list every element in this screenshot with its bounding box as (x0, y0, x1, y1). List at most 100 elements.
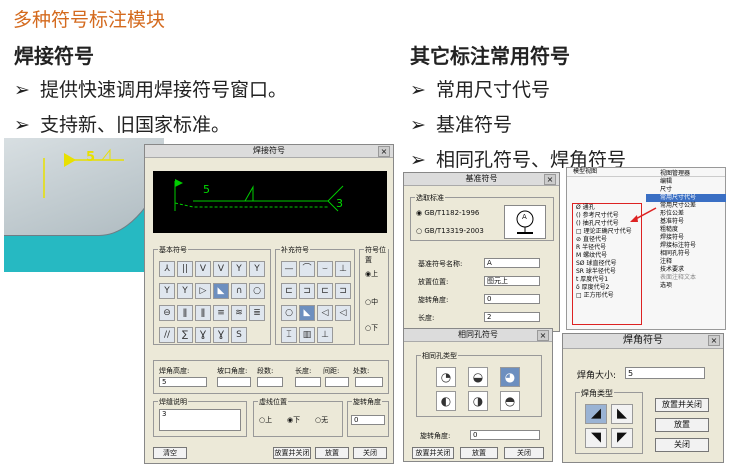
submenu-item[interactable]: R 半径代号 (573, 244, 641, 252)
place-close-button[interactable]: 放置并关闭 (412, 447, 454, 459)
submenu-item[interactable]: SR 球半径代号 (573, 268, 641, 276)
weld-symbol-button[interactable]: ∩ (231, 283, 247, 299)
weld-dialog-titlebar[interactable]: 焊接符号 × (145, 145, 393, 158)
fillet-height-input[interactable]: 5 (159, 377, 207, 387)
weld-symbol-button[interactable]: ǁ (195, 305, 211, 321)
close-button[interactable]: 关闭 (655, 438, 709, 452)
position-radio-bottom[interactable]: ○下 (365, 323, 378, 333)
weld-symbol-button-selected[interactable]: ◣ (213, 283, 229, 299)
angle-select[interactable]: 0 (351, 415, 385, 425)
submenu-item[interactable]: SØ 球直径代号 (573, 260, 641, 268)
hole-type-button[interactable]: ◐ (436, 391, 456, 411)
place-button[interactable]: 放置 (655, 418, 709, 432)
weld-symbol-button[interactable]: Y (249, 261, 265, 277)
menu-item[interactable]: 相同孔符号 (646, 250, 726, 258)
menu-item[interactable]: 形位公差 (646, 210, 726, 218)
std-radio-1996[interactable]: ◉ GB/T1182-1996 (416, 209, 479, 217)
hole-type-button[interactable]: ◑ (468, 391, 488, 411)
groove-angle-input[interactable] (217, 377, 251, 387)
weld-symbol-button[interactable]: // (159, 327, 175, 343)
weld-symbol-button[interactable]: V (195, 261, 211, 277)
supplement-symbol-button[interactable]: ◁ (335, 305, 351, 321)
weld-symbol-button[interactable]: ≡ (213, 305, 229, 321)
weld-desc-input[interactable]: 3 (159, 409, 241, 431)
place-select[interactable]: 图元上 (484, 276, 540, 286)
close-button[interactable]: 关闭 (353, 447, 387, 459)
menu-item[interactable]: 注释 (646, 258, 726, 266)
std-radio-2003[interactable]: ○ GB/T13319-2003 (416, 227, 484, 235)
submenu-item[interactable]: δ 厚度代号2 (573, 284, 641, 292)
place-close-button[interactable]: 放置并关闭 (655, 398, 709, 412)
submenu-item[interactable]: ⊘ 直径代号 (573, 236, 641, 244)
place-button[interactable]: 放置 (460, 447, 498, 459)
fillet-size-select[interactable]: 5 (625, 367, 705, 379)
menu-item[interactable]: 焊接标注符号 (646, 242, 726, 250)
hole-angle-select[interactable]: 0 (470, 430, 540, 440)
menu-item[interactable]: 编辑 (646, 178, 726, 186)
menu-item[interactable]: 常用尺寸公差 (646, 202, 726, 210)
supplement-symbol-button[interactable]: ▥ (299, 327, 315, 343)
supplement-symbol-button[interactable]: ⊏ (281, 283, 297, 299)
supplement-symbol-button-selected[interactable]: ◣ (299, 305, 315, 321)
fillet-type-button[interactable]: ◣ (611, 404, 633, 424)
weld-symbol-button[interactable]: ⊖ (159, 305, 175, 321)
place-button[interactable]: 放置 (315, 447, 349, 459)
weld-symbol-button[interactable]: ▷ (195, 283, 211, 299)
place-close-button[interactable]: 放置并关闭 (273, 447, 311, 459)
weld-symbol-button[interactable]: V (213, 261, 229, 277)
submenu-item[interactable]: t 厚度代号1 (573, 276, 641, 284)
menu-item[interactable]: 技术要求 (646, 266, 726, 274)
supplement-symbol-button[interactable]: ⊐ (299, 283, 315, 299)
segments-input[interactable] (257, 377, 283, 387)
dash-radio-top[interactable]: ○上 (259, 415, 272, 425)
fillet-type-button-selected[interactable]: ◢ (585, 404, 607, 424)
weld-symbol-button[interactable]: ∑ (177, 327, 193, 343)
weld-symbol-button[interactable]: ǁ (177, 305, 193, 321)
submenu-item[interactable]: □ 正方形代号 (573, 292, 641, 300)
close-button[interactable]: 关闭 (504, 447, 544, 459)
weld-symbol-button[interactable]: || (177, 261, 193, 277)
clear-button[interactable]: 清空 (153, 447, 187, 459)
weld-symbol-button[interactable]: Y (177, 283, 193, 299)
weld-symbol-button[interactable]: Ɣ (213, 327, 229, 343)
weld-symbol-button[interactable]: ○ (249, 283, 265, 299)
fillet-type-button[interactable]: ◤ (611, 428, 633, 448)
datum-name-input[interactable]: A (484, 258, 540, 268)
supplement-symbol-button[interactable]: ○ (281, 305, 297, 321)
menu-item[interactable]: 焊接符号 (646, 234, 726, 242)
menu-item[interactable]: 视图管理器 (646, 170, 726, 178)
submenu-item[interactable]: □ 理论正确尺寸代号 (573, 228, 641, 236)
submenu-item[interactable]: M 螺纹代号 (573, 252, 641, 260)
hole-dialog-titlebar[interactable]: 相同孔符号 × (404, 329, 552, 342)
supplement-symbol-button[interactable]: ⊏ (317, 283, 333, 299)
supplement-symbol-button[interactable]: ⌶ (281, 327, 297, 343)
close-icon[interactable]: × (378, 146, 390, 157)
close-icon[interactable]: × (544, 174, 556, 185)
close-icon[interactable]: × (708, 335, 720, 346)
menu-item[interactable]: 表面注释文本 (646, 274, 726, 282)
hole-type-button-selected[interactable]: ◕ (500, 367, 520, 387)
position-radio-top[interactable]: ◉上 (365, 269, 378, 279)
gap-input[interactable] (325, 377, 349, 387)
datum-dialog-titlebar[interactable]: 基准符号 × (404, 173, 559, 186)
hole-type-button[interactable]: ◓ (500, 391, 520, 411)
weld-symbol-button[interactable]: ≣ (249, 305, 265, 321)
weld-symbol-button[interactable]: ≋ (231, 305, 247, 321)
supplement-symbol-button[interactable]: ⌒ (299, 261, 315, 277)
count-input[interactable] (355, 377, 383, 387)
hole-type-button[interactable]: ◔ (436, 367, 456, 387)
model-viewport[interactable]: 5 (4, 138, 164, 272)
supplement-symbol-button[interactable]: ◁ (317, 305, 333, 321)
dash-radio-bottom[interactable]: ◉下 (287, 415, 300, 425)
weld-symbol-button[interactable]: S (231, 327, 247, 343)
supplement-symbol-button[interactable]: — (281, 261, 297, 277)
supplement-symbol-button[interactable]: ⊐ (335, 283, 351, 299)
menu-item[interactable]: 粗糙度 (646, 226, 726, 234)
menu-item[interactable]: 基准符号 (646, 218, 726, 226)
weld-symbol-button[interactable]: Y (231, 261, 247, 277)
weld-symbol-button[interactable]: Y (159, 283, 175, 299)
weld-symbol-button[interactable]: ⅄ (159, 261, 175, 277)
fillet-dialog-titlebar[interactable]: 焊角符号 × (563, 334, 723, 349)
menu-item[interactable]: 尺寸 (646, 186, 726, 194)
hole-type-button[interactable]: ◒ (468, 367, 488, 387)
